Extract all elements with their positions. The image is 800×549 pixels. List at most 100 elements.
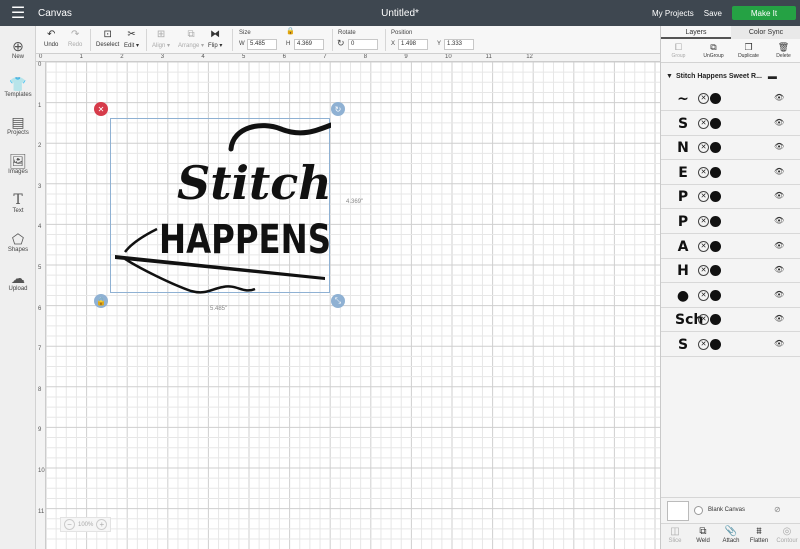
visibility-eye-icon[interactable]: 👁	[774, 216, 784, 225]
layer-row[interactable]: A ✕ 👁	[661, 235, 800, 259]
layer-row[interactable]: P ✕ 👁	[661, 210, 800, 234]
cut-operation-icon[interactable]: ✕	[698, 314, 709, 326]
visibility-eye-icon[interactable]: 👁	[774, 93, 784, 102]
layer-thumbnail: N	[677, 140, 689, 157]
tab-layers[interactable]: Layers	[661, 26, 731, 39]
arrange-dropdown[interactable]: ⧉ Arrange ▾	[178, 28, 204, 49]
layer-color-swatch[interactable]	[710, 265, 721, 277]
layer-color-swatch[interactable]	[710, 142, 721, 154]
layer-row[interactable]: E ✕ 👁	[661, 161, 800, 185]
layer-row[interactable]: ~ ✕ 👁	[661, 87, 800, 111]
edit-dropdown[interactable]: ✂ Edit ▾	[124, 28, 139, 49]
visibility-eye-icon[interactable]: 👁	[774, 314, 784, 323]
visibility-eye-icon[interactable]: 👁	[774, 339, 784, 348]
resize-handle-icon[interactable]: ⤡	[331, 294, 345, 308]
visibility-eye-icon[interactable]: 👁	[774, 118, 784, 127]
visibility-eye-icon[interactable]: 👁	[774, 142, 784, 151]
group-button[interactable]: ⧠ Group	[661, 41, 696, 59]
deselect-icon: ⊡	[103, 29, 112, 40]
save-button[interactable]: Save	[704, 9, 722, 18]
lock-proportions-icon[interactable]: 🔒	[286, 27, 295, 35]
rotate-handle-icon[interactable]: ↻	[331, 102, 345, 116]
attach-button[interactable]: 📎 Attach	[717, 524, 745, 549]
zoom-out-button[interactable]: −	[64, 519, 75, 530]
width-field[interactable]: 5.485	[247, 39, 277, 50]
layer-color-swatch[interactable]	[710, 339, 721, 350]
contour-button[interactable]: ◎ Contour	[773, 524, 800, 549]
layer-color-swatch[interactable]	[710, 240, 721, 252]
sidebar-item-templates[interactable]: 👕 Templates	[0, 76, 36, 98]
undo-button[interactable]: ↶ Undo	[44, 28, 58, 48]
group-visibility-icon[interactable]: ▬	[768, 71, 777, 81]
cut-operation-icon[interactable]: ✕	[698, 191, 709, 203]
layer-color-swatch[interactable]	[710, 289, 721, 301]
layer-row[interactable]: N ✕ 👁	[661, 136, 800, 161]
align-dropdown[interactable]: ⊞ Align ▾	[152, 28, 170, 49]
shapes-icon: ⬠	[11, 231, 25, 247]
layer-color-swatch[interactable]	[710, 191, 721, 203]
layer-color-swatch[interactable]	[710, 166, 721, 178]
zoom-in-button[interactable]: +	[96, 519, 108, 530]
layer-row[interactable]: H ✕ 👁	[661, 259, 800, 284]
duplicate-button[interactable]: ❐ Duplicate	[731, 41, 766, 59]
ungroup-button[interactable]: ⧉ UnGroup	[696, 41, 731, 59]
sidebar-item-new[interactable]: ⊕ New	[0, 38, 36, 60]
visibility-eye-icon[interactable]: 👁	[774, 191, 784, 200]
layer-row[interactable]: P ✕ 👁	[661, 185, 800, 210]
flip-dropdown[interactable]: ⧓ Flip ▾	[208, 28, 222, 49]
blank-canvas-row[interactable]: Blank Canvas ⊘	[661, 497, 800, 523]
visibility-eye-icon[interactable]: 👁	[774, 290, 784, 299]
left-sidebar: ⊕ New 👕 Templates ▤ Projects 🖼 Images T Text …	[0, 26, 36, 549]
flatten-button[interactable]: ⩩ Flatten	[745, 524, 773, 549]
cut-operation-icon[interactable]: ✕	[698, 240, 709, 252]
layer-row[interactable]: S ✕ 👁	[661, 112, 800, 136]
cut-operation-icon[interactable]: ✕	[698, 166, 709, 178]
position-x-field[interactable]: 1.498	[398, 39, 428, 50]
cut-operation-icon[interactable]: ✕	[698, 265, 709, 277]
blank-canvas-swatch[interactable]	[667, 501, 689, 521]
sidebar-item-upload[interactable]: ☁ Upload	[0, 270, 36, 292]
height-field[interactable]: 4.369	[294, 39, 324, 50]
sidebar-item-shapes[interactable]: ⬠ Shapes	[0, 231, 36, 253]
layer-color-swatch[interactable]	[710, 117, 721, 129]
cut-operation-icon[interactable]: ✕	[698, 289, 709, 301]
cut-operation-icon[interactable]: ✕	[698, 142, 709, 154]
position-y-field[interactable]: 1.333	[444, 39, 474, 50]
rotate-field[interactable]: 0	[348, 39, 378, 50]
layer-color-swatch[interactable]	[710, 314, 721, 326]
layer-row[interactable]: ● ✕ 👁	[661, 284, 800, 308]
sidebar-item-projects[interactable]: ▤ Projects	[0, 114, 36, 136]
slice-button[interactable]: ◫ Slice	[661, 524, 689, 549]
tab-color-sync[interactable]: Color Sync	[731, 26, 800, 39]
sidebar-item-text[interactable]: T Text	[0, 192, 36, 214]
my-projects-link[interactable]: My Projects	[652, 9, 694, 18]
cut-operation-icon[interactable]: ✕	[698, 117, 709, 129]
make-it-button[interactable]: Make It	[732, 6, 796, 20]
visibility-eye-icon[interactable]: 👁	[774, 241, 784, 250]
delete-handle-icon[interactable]: ✕	[94, 102, 108, 116]
sidebar-item-images[interactable]: 🖼 Images	[0, 153, 36, 175]
weld-button[interactable]: ⧉ Weld	[689, 524, 717, 549]
cut-operation-icon[interactable]: ✕	[698, 93, 709, 104]
visibility-eye-icon[interactable]: 👁	[774, 265, 784, 274]
cut-operation-icon[interactable]: ✕	[698, 339, 709, 350]
design-canvas[interactable]: 0 1 2 3 4 5 6 7 8 9 10 11 12 0 1 2 3 4 5 6 7 8 9 10 11 Stitch H…	[36, 54, 660, 549]
hamburger-menu-icon[interactable]: ☰	[0, 0, 36, 26]
delete-button[interactable]: 🗑 Delete	[766, 41, 800, 59]
deselect-button[interactable]: ⊡ Deselect	[96, 28, 119, 48]
cut-operation-icon[interactable]: ✕	[698, 216, 709, 227]
layer-row[interactable]: Sch ✕ 👁	[661, 308, 800, 333]
hidden-eye-icon[interactable]: ⊘	[774, 505, 781, 514]
collapse-arrow-icon[interactable]: ▼	[666, 73, 673, 80]
visibility-eye-icon[interactable]: 👁	[774, 167, 784, 176]
selection-box[interactable]: Stitch HAPPENS	[110, 118, 334, 294]
layer-group-row[interactable]: ▼ Stitch Happens Sweet R... ▬	[661, 67, 800, 85]
layer-row[interactable]: S ✕ 👁	[661, 333, 800, 357]
layer-color-swatch[interactable]	[710, 216, 721, 227]
stitch-happens-design[interactable]: Stitch HAPPENS	[111, 119, 334, 294]
layer-color-swatch[interactable]	[710, 93, 721, 104]
lock-handle-icon[interactable]: 🔒	[94, 294, 108, 308]
ruler-tick-label: 10	[445, 54, 452, 60]
blank-canvas-color-toggle[interactable]	[694, 506, 703, 515]
redo-button[interactable]: ↷ Redo	[68, 28, 82, 48]
